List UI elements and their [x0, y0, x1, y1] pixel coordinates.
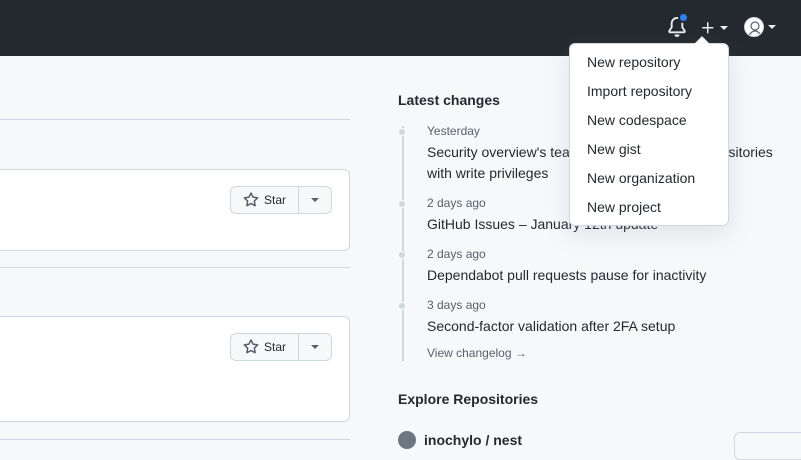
menu-item-new-gist[interactable]: New gist: [570, 135, 728, 164]
latest-changes-heading: Latest changes: [398, 92, 500, 108]
timeline-dot: [398, 200, 406, 208]
menu-item-new-project[interactable]: New project: [570, 193, 728, 222]
timeline-dot: [398, 251, 406, 259]
chevron-down-icon: [311, 345, 319, 349]
star-icon: [243, 192, 259, 207]
chevron-down-icon: [768, 25, 776, 29]
notification-indicator: [678, 12, 689, 23]
changelog-date: 2 days ago: [427, 196, 486, 210]
divider: [0, 267, 350, 268]
changelog-link[interactable]: Dependabot pull requests pause for inact…: [427, 265, 787, 286]
timeline-dot: [398, 128, 406, 136]
star-button[interactable]: Star: [231, 334, 299, 360]
menu-item-new-organization[interactable]: New organization: [570, 164, 728, 193]
changelog-date: 2 days ago: [427, 247, 486, 261]
star-icon: [243, 339, 259, 354]
create-new-menu: New repository Import repository New cod…: [569, 36, 729, 226]
star-button-group: Star: [229, 186, 332, 214]
repo-card: Star: [0, 169, 350, 251]
divider: [0, 119, 350, 120]
changelog-item[interactable]: 3 days ago Second-factor validation afte…: [398, 296, 788, 336]
star-label: Star: [263, 340, 286, 354]
star-button[interactable]: [734, 432, 801, 460]
menu-item-new-codespace[interactable]: New codespace: [570, 106, 728, 135]
user-menu-button[interactable]: [744, 15, 780, 39]
star-button-group: Star: [229, 333, 332, 361]
chevron-down-icon: [311, 198, 319, 202]
changelog-link[interactable]: Second-factor validation after 2FA setup: [427, 316, 787, 337]
explore-repo-item[interactable]: inochylo / nest: [398, 430, 522, 450]
changelog-date: Yesterday: [427, 124, 480, 138]
timeline-dot: [398, 302, 406, 310]
changelog-item[interactable]: 2 days ago Dependabot pull requests paus…: [398, 245, 788, 285]
avatar: [398, 431, 416, 449]
changelog-date: 3 days ago: [427, 298, 486, 312]
star-list-dropdown[interactable]: [299, 187, 331, 213]
menu-item-new-repository[interactable]: New repository: [570, 48, 728, 77]
menu-item-import-repository[interactable]: Import repository: [570, 77, 728, 106]
explore-repositories-heading: Explore Repositories: [398, 391, 539, 407]
star-label: Star: [263, 193, 286, 207]
view-changelog-link[interactable]: View changelog →: [427, 346, 527, 360]
star-button[interactable]: Star: [231, 187, 299, 213]
avatar: [744, 17, 764, 37]
plus-icon: [702, 22, 714, 34]
repo-card: Star: [0, 316, 350, 422]
repo-name-link[interactable]: inochylo / nest: [424, 432, 522, 448]
divider: [0, 439, 350, 440]
chevron-down-icon: [720, 26, 728, 30]
star-list-dropdown[interactable]: [299, 334, 331, 360]
